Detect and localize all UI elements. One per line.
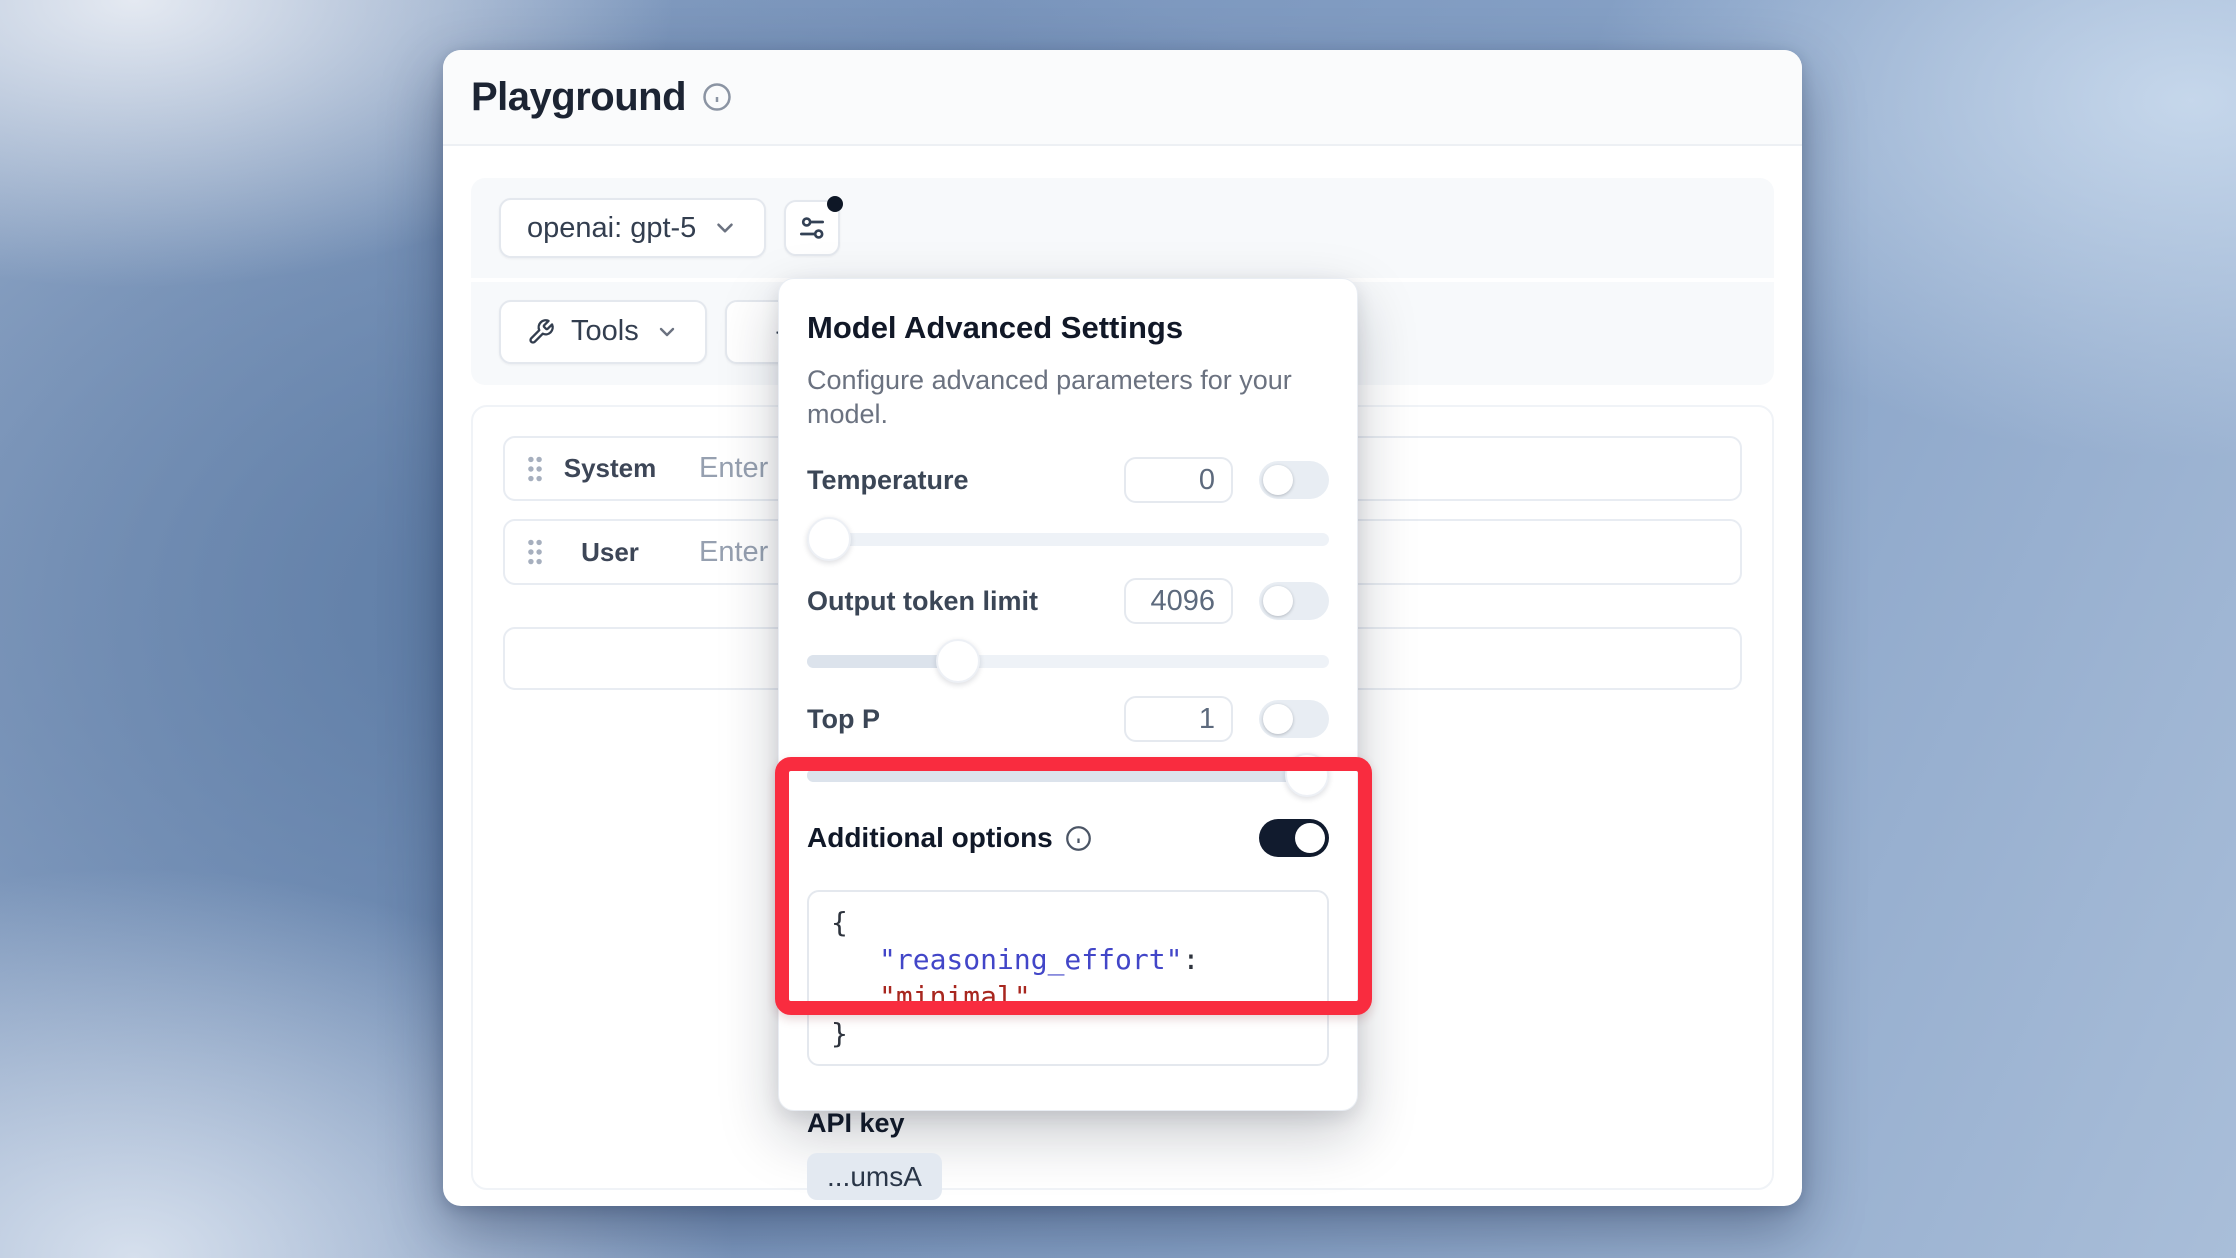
page-header: Playground bbox=[443, 50, 1802, 146]
wrench-icon bbox=[527, 318, 555, 346]
page-title: Playground bbox=[471, 75, 686, 120]
popover-title: Model Advanced Settings bbox=[807, 309, 1329, 347]
json-line: } bbox=[831, 1015, 1305, 1052]
message-input[interactable]: Enter bbox=[699, 536, 768, 569]
chevron-down-icon bbox=[712, 215, 738, 241]
toggle-knob bbox=[1263, 704, 1293, 734]
annotation-highlight-rectangle bbox=[775, 757, 1372, 1015]
popover-subtitle: Configure advanced parameters for your m… bbox=[807, 363, 1329, 431]
toggle-knob bbox=[1263, 465, 1293, 495]
model-row: openai: gpt-5 bbox=[471, 178, 1774, 282]
temperature-row: Temperature 0 bbox=[807, 457, 1329, 503]
drag-handle-icon[interactable] bbox=[525, 454, 545, 484]
message-input[interactable]: Enter bbox=[699, 452, 768, 485]
api-key-badge[interactable]: ...umsA bbox=[807, 1153, 942, 1200]
api-key-label: API key bbox=[807, 1108, 1329, 1139]
model-advanced-settings-button[interactable] bbox=[784, 200, 840, 256]
tools-label: Tools bbox=[571, 315, 639, 348]
temperature-input[interactable]: 0 bbox=[1124, 457, 1233, 503]
desktop: { "page": { "title": "Playground" }, "mo… bbox=[0, 0, 2236, 1258]
model-selector-dropdown[interactable]: openai: gpt-5 bbox=[499, 198, 766, 258]
temperature-label: Temperature bbox=[807, 465, 1124, 496]
top-p-row: Top P 1 bbox=[807, 696, 1329, 742]
output-token-limit-input[interactable]: 4096 bbox=[1124, 578, 1233, 624]
slider-handle[interactable] bbox=[936, 639, 980, 683]
settings-notification-dot bbox=[827, 196, 843, 212]
output-token-limit-toggle[interactable] bbox=[1259, 582, 1329, 620]
model-selector-label: openai: gpt-5 bbox=[527, 212, 696, 245]
temperature-slider[interactable] bbox=[807, 533, 1329, 546]
top-p-toggle[interactable] bbox=[1259, 700, 1329, 738]
output-token-limit-slider[interactable] bbox=[807, 655, 1329, 668]
toggle-knob bbox=[1263, 586, 1293, 616]
drag-handle-icon[interactable] bbox=[525, 537, 545, 567]
message-role-label: User bbox=[545, 537, 675, 568]
info-icon[interactable] bbox=[702, 82, 732, 112]
output-token-limit-row: Output token limit 4096 bbox=[807, 578, 1329, 624]
message-role-label: System bbox=[545, 453, 675, 484]
slider-handle[interactable] bbox=[807, 517, 851, 561]
slider-fill bbox=[807, 655, 948, 668]
sliders-icon bbox=[796, 212, 828, 244]
top-p-input[interactable]: 1 bbox=[1124, 696, 1233, 742]
temperature-toggle[interactable] bbox=[1259, 461, 1329, 499]
chevron-down-icon bbox=[655, 320, 679, 344]
output-token-limit-label: Output token limit bbox=[807, 586, 1124, 617]
tools-dropdown[interactable]: Tools bbox=[499, 300, 707, 364]
top-p-label: Top P bbox=[807, 704, 1124, 735]
